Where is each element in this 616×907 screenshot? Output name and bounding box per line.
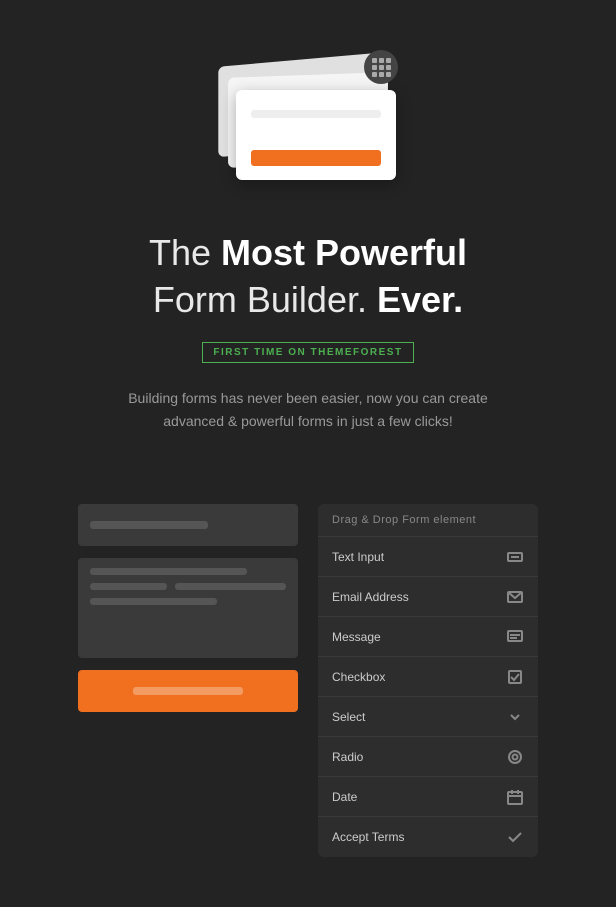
form-textarea-preview xyxy=(78,558,298,658)
grid-icon xyxy=(372,58,391,77)
dnd-item-label: Accept Terms xyxy=(332,830,404,844)
dnd-item-label: Radio xyxy=(332,750,363,764)
radio-icon xyxy=(506,748,524,766)
mock-ta-line xyxy=(90,598,217,605)
dnd-item-label: Date xyxy=(332,790,357,804)
dnd-panel-header: Drag & Drop Form element xyxy=(318,504,538,537)
accept-terms-icon xyxy=(506,828,524,846)
hero-section: The Most Powerful Form Builder. Ever. FI… xyxy=(0,0,616,504)
dnd-item-label: Email Address xyxy=(332,590,409,604)
dnd-item-text-input[interactable]: Text Input xyxy=(318,537,538,577)
checkbox-icon xyxy=(506,668,524,686)
illustration-layer-front xyxy=(236,90,396,180)
dnd-item-message[interactable]: Message xyxy=(318,617,538,657)
mock-line xyxy=(90,521,208,529)
dnd-item-accept-terms[interactable]: Accept Terms xyxy=(318,817,538,857)
themeforest-badge: FIRST TIME ON THEMEFOREST xyxy=(202,342,413,363)
title-line2-normal: Form Builder. xyxy=(153,279,377,320)
dnd-item-radio[interactable]: Radio xyxy=(318,737,538,777)
dnd-item-label: Select xyxy=(332,710,365,724)
grid-icon-circle xyxy=(364,50,398,84)
mock-ta-line xyxy=(90,568,247,575)
dnd-item-date[interactable]: Date xyxy=(318,777,538,817)
demo-section: Drag & Drop Form element Text Input Emai… xyxy=(0,504,616,907)
form-input-preview xyxy=(78,504,298,546)
email-icon xyxy=(506,588,524,606)
hero-subtitle: Building forms has never been easier, no… xyxy=(98,387,518,435)
dnd-item-label: Checkbox xyxy=(332,670,385,684)
select-icon xyxy=(506,708,524,726)
title-bold: Most Powerful xyxy=(221,232,467,273)
dnd-item-checkbox[interactable]: Checkbox xyxy=(318,657,538,697)
dnd-item-email[interactable]: Email Address xyxy=(318,577,538,617)
date-icon xyxy=(506,788,524,806)
text-input-icon xyxy=(506,548,524,566)
illustration-line xyxy=(251,110,381,118)
hero-title: The Most Powerful Form Builder. Ever. xyxy=(149,230,467,324)
dnd-item-label: Text Input xyxy=(332,550,384,564)
form-preview xyxy=(78,504,298,712)
mock-ta-line xyxy=(90,583,167,590)
title-line2-bold: Ever. xyxy=(377,279,463,320)
hero-illustration xyxy=(208,40,408,200)
message-icon xyxy=(506,628,524,646)
dnd-panel: Drag & Drop Form element Text Input Emai… xyxy=(318,504,538,857)
title-normal: The xyxy=(149,232,221,273)
dnd-item-select[interactable]: Select xyxy=(318,697,538,737)
form-button-preview xyxy=(78,670,298,712)
mock-ta-line xyxy=(175,583,286,590)
button-line xyxy=(133,687,243,695)
dnd-item-label: Message xyxy=(332,630,381,644)
illustration-orange-bar xyxy=(251,150,381,166)
